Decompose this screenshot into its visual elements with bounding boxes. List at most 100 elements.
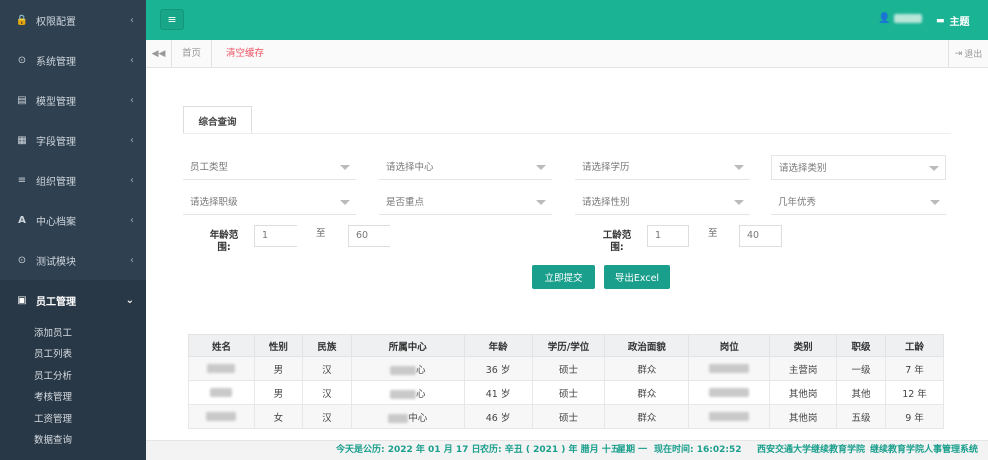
sidebar-item-center-archive[interactable]: A 中心档案 ‹ — [0, 200, 146, 240]
employee-table: 姓名 性别 民族 所属中心 年龄 学历/学位 政治面貌 岗位 类别 职级 工龄 … — [188, 334, 944, 429]
submit-button[interactable]: 立即提交 — [532, 265, 595, 289]
theme-label: 主题 — [949, 17, 970, 28]
age-to-input[interactable]: 60 — [348, 225, 390, 247]
cell-degree: 硕士 — [531, 356, 606, 381]
select-value: 请选择性别 — [582, 197, 630, 208]
work-label-line1: 工龄范 — [602, 230, 632, 241]
age-from-input[interactable]: 1 — [254, 225, 297, 247]
submenu-employee-analysis[interactable]: 员工分析 — [34, 370, 72, 384]
chevron-left-icon: ‹ — [130, 214, 134, 226]
sidebar-item-label: 测试模块 — [36, 256, 76, 268]
redacted-center — [389, 389, 416, 399]
footer-weekday: 星期 一 — [617, 445, 648, 455]
col-work-years[interactable]: 工龄 — [885, 334, 944, 357]
sidebar-item-org[interactable]: ≡ 组织管理 ‹ — [0, 160, 146, 200]
work-from-input[interactable]: 1 — [647, 225, 689, 247]
cell-category: 主营岗 — [769, 356, 838, 381]
list-icon: ≡ — [17, 174, 27, 186]
grid-icon: ▦ — [17, 134, 27, 146]
sidebar-item-model[interactable]: ▤ 模型管理 ‹ — [0, 80, 146, 120]
monitor-icon: ▬ — [936, 15, 945, 26]
double-left-icon: ◀◀ — [151, 48, 166, 59]
cell-degree: 硕士 — [531, 404, 606, 429]
cell-position — [688, 380, 771, 405]
col-gender[interactable]: 性别 — [253, 334, 303, 357]
tab-home[interactable]: 首页 — [172, 40, 213, 67]
caret-down-icon — [340, 165, 350, 170]
chevron-left-icon: ‹ — [130, 254, 134, 266]
target-icon: ⊙ — [17, 254, 27, 266]
footer-time: 现在时间: 16:02:52 — [654, 445, 742, 455]
footer-status-bar: 今天是公历: 2022 年 01 月 17 日 农历: 辛丑 ( 2021 ) … — [146, 440, 988, 460]
work-to-input[interactable]: 40 — [739, 225, 782, 247]
caret-down-icon — [340, 200, 350, 205]
redacted-name — [210, 388, 233, 397]
export-excel-button[interactable]: 导出Excel — [604, 265, 670, 289]
gender-select[interactable]: 请选择性别 — [575, 190, 750, 215]
cell-rank: 一级 — [836, 356, 886, 381]
col-political[interactable]: 政治面貌 — [604, 334, 690, 357]
redacted-center — [388, 413, 409, 423]
center-select[interactable]: 请选择中心 — [379, 155, 552, 180]
sidebar-item-label: 系统管理 — [36, 56, 76, 68]
main-content: 综合查询 员工类型 请选择中心 请选择学历 请选择类别 请选择职级 是否重点 请… — [146, 68, 988, 440]
col-name[interactable]: 姓名 — [188, 334, 255, 357]
excellent-years-select[interactable]: 几年优秀 — [771, 190, 946, 215]
tab-clear-cache[interactable]: 清空缓存 — [216, 40, 274, 67]
footer-org1: 西安交通大学继续教育学院 — [757, 445, 866, 455]
footer-date: 今天是公历: 2022 年 01 月 17 日 — [336, 445, 481, 455]
caret-down-icon — [536, 165, 546, 170]
category-select[interactable]: 请选择类别 — [771, 155, 946, 180]
chevron-left-icon: ‹ — [130, 134, 134, 146]
sidebar-item-permission[interactable]: 🔒 权限配置 ‹ — [0, 0, 146, 40]
hamburger-icon: ≡ — [167, 13, 177, 26]
cell-degree: 硕士 — [531, 380, 606, 405]
table-row[interactable]: 女 汉 中心 46 岁 硕士 群众 其他岗 五级 9 年 — [188, 404, 944, 429]
cell-political: 群众 — [604, 380, 690, 405]
submenu-data-query[interactable]: 数据查询 — [34, 434, 72, 448]
sidebar-item-test[interactable]: ⊙ 测试模块 ‹ — [0, 240, 146, 280]
username-redacted — [894, 14, 923, 23]
col-position[interactable]: 岗位 — [688, 334, 771, 357]
col-ethnic[interactable]: 民族 — [301, 334, 352, 357]
rank-select[interactable]: 请选择职级 — [183, 190, 356, 215]
center-suffix: 心 — [415, 364, 426, 376]
sidebar-item-employee[interactable]: ▣ 员工管理 ⌄ — [0, 280, 146, 320]
submenu-salary[interactable]: 工资管理 — [34, 413, 72, 427]
work-label-line2: 围: — [610, 242, 624, 253]
redacted-name — [207, 364, 236, 373]
user-icon: 👤 — [878, 13, 891, 24]
sidebar-item-system[interactable]: ⊙ 系统管理 ‹ — [0, 40, 146, 80]
tab-scroll-left-button[interactable]: ◀◀ — [146, 40, 172, 67]
topbar: ≡ 👤 ▬ 主题 — [146, 0, 988, 40]
cell-ethnic: 汉 — [301, 404, 352, 429]
table-row[interactable]: 男 汉 心 41 岁 硕士 群众 其他岗 其他 12 年 — [188, 380, 944, 405]
logout-button[interactable]: ⇥ 退出 — [948, 40, 988, 67]
chevron-left-icon: ‹ — [130, 174, 134, 186]
education-select[interactable]: 请选择学历 — [575, 155, 750, 180]
table-row[interactable]: 男 汉 心 36 岁 硕士 群众 主营岗 一级 7 年 — [188, 356, 944, 381]
chevron-left-icon: ‹ — [130, 54, 134, 66]
user-menu[interactable]: 👤 — [878, 13, 923, 24]
cell-ethnic: 汉 — [301, 356, 352, 381]
redacted-position — [709, 412, 750, 421]
submenu-employee-list[interactable]: 员工列表 — [34, 348, 72, 362]
menu-toggle-button[interactable]: ≡ — [160, 9, 184, 30]
submenu-assessment[interactable]: 考核管理 — [34, 391, 72, 405]
col-center[interactable]: 所属中心 — [350, 334, 465, 357]
col-degree[interactable]: 学历/学位 — [531, 334, 606, 357]
submenu-add-employee[interactable]: 添加员工 — [34, 327, 72, 341]
tab-comprehensive-search[interactable]: 综合查询 — [183, 106, 252, 134]
sidebar-item-label: 组织管理 — [36, 176, 76, 188]
logout-label: 退出 — [964, 50, 983, 60]
sidebar-item-label: 员工管理 — [36, 296, 76, 308]
col-rank[interactable]: 职级 — [836, 334, 886, 357]
theme-button[interactable]: ▬ 主题 — [936, 13, 970, 29]
select-value: 请选择类别 — [779, 163, 827, 174]
employee-submenu: 添加员工 员工列表 员工分析 考核管理 工资管理 数据查询 — [0, 320, 146, 460]
sidebar-item-field[interactable]: ▦ 字段管理 ‹ — [0, 120, 146, 160]
col-category[interactable]: 类别 — [769, 334, 838, 357]
col-age[interactable]: 年龄 — [463, 334, 533, 357]
key-person-select[interactable]: 是否重点 — [379, 190, 552, 215]
employee-type-select[interactable]: 员工类型 — [183, 155, 356, 180]
